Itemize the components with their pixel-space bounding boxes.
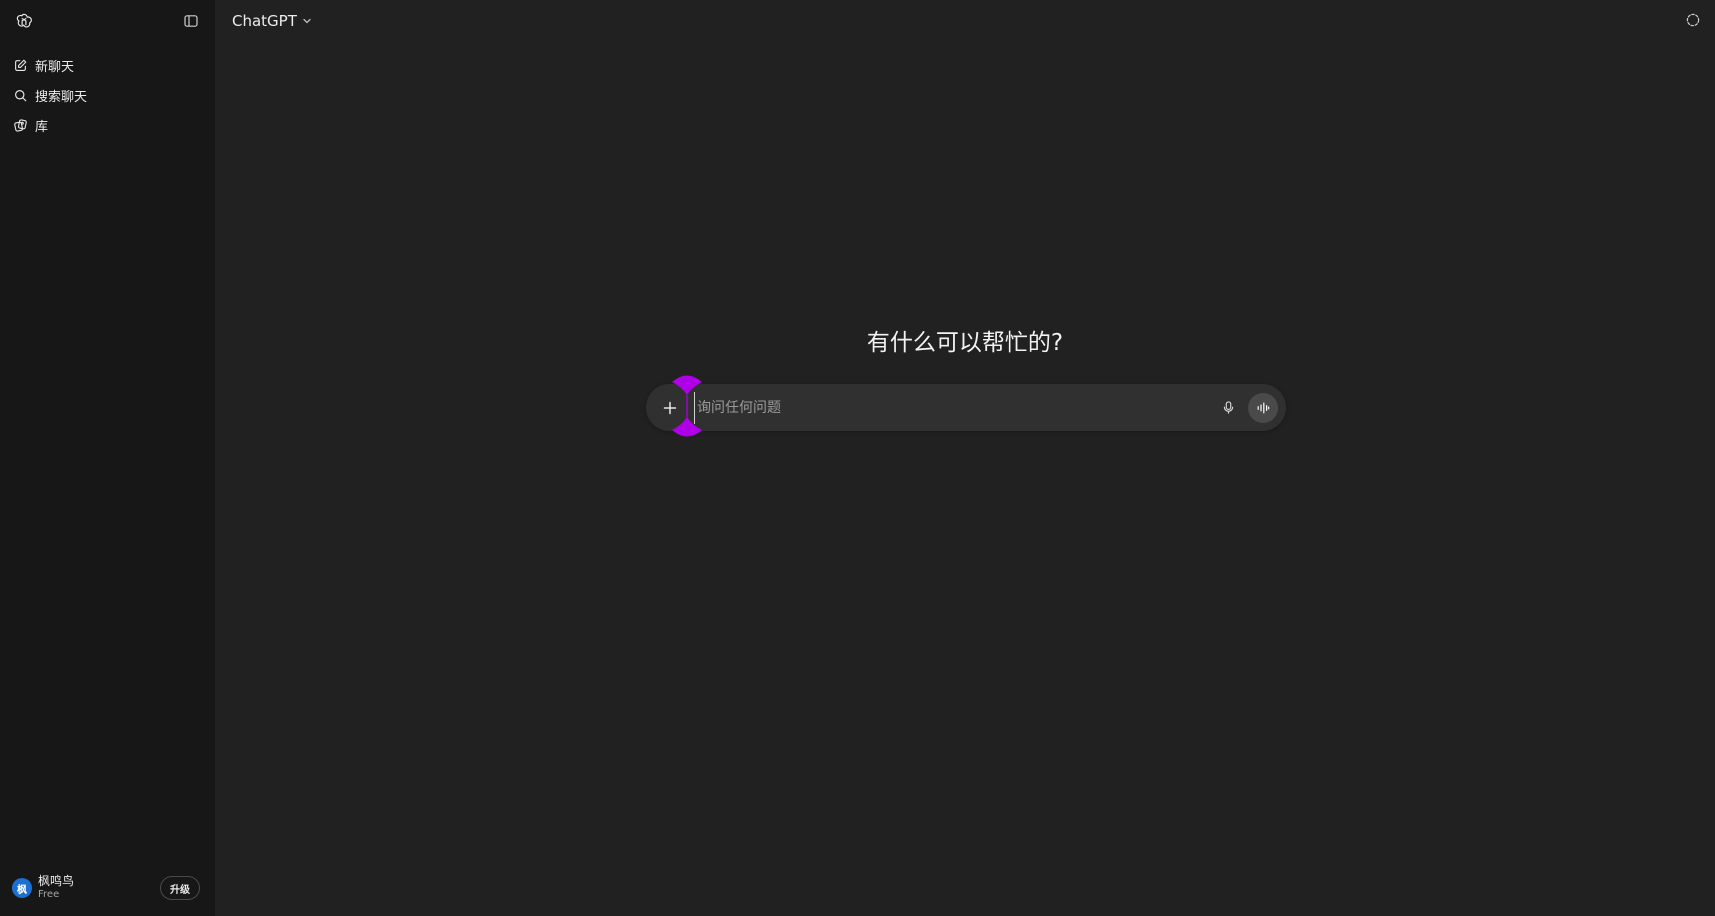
prompt-input[interactable] xyxy=(694,391,1214,424)
add-attachment-button[interactable] xyxy=(658,396,682,420)
sidebar-item-label: 新聊天 xyxy=(35,59,75,75)
main-header: ChatGPT xyxy=(215,0,1715,42)
avatar[interactable]: 枫 xyxy=(12,878,32,898)
voice-waveform-icon xyxy=(1257,402,1270,413)
app-window: 新聊天 搜索聊天 库 枫 枫鸣鸟 Free 升级 ChatGPT 有什么可以帮忙… xyxy=(0,0,1715,916)
voice-mode-button[interactable] xyxy=(1248,392,1278,423)
composer xyxy=(646,384,1286,431)
account-section[interactable]: 枫 枫鸣鸟 Free 升级 xyxy=(0,868,215,908)
sidebar-item-label: 搜索聊天 xyxy=(35,89,88,105)
upgrade-button[interactable]: 升级 xyxy=(160,876,200,900)
temporary-chat-button[interactable] xyxy=(1685,12,1701,32)
edit-icon xyxy=(15,59,27,71)
sidebar-toggle-icon[interactable] xyxy=(179,9,203,33)
openai-logo-icon[interactable] xyxy=(12,9,36,33)
dictate-button[interactable] xyxy=(1214,394,1242,422)
library-icon xyxy=(14,118,27,132)
sidebar: 新聊天 搜索聊天 库 枫 枫鸣鸟 Free 升级 xyxy=(0,0,215,916)
model-selector[interactable]: ChatGPT xyxy=(232,12,313,30)
sidebar-item-library[interactable]: 库 xyxy=(6,110,209,140)
microphone-icon xyxy=(1223,401,1233,414)
model-label: ChatGPT xyxy=(232,12,297,30)
user-info: 枫鸣鸟 Free xyxy=(38,874,74,902)
user-name: 枫鸣鸟 xyxy=(38,874,75,888)
sidebar-nav: 新聊天 搜索聊天 库 xyxy=(0,50,215,140)
main-panel: ChatGPT 有什么可以帮忙的? xyxy=(215,0,1715,916)
page-title: 有什么可以帮忙的? xyxy=(866,330,1064,356)
sidebar-item-label: 库 xyxy=(35,119,49,135)
chevron-down-icon xyxy=(303,18,311,24)
sidebar-item-new-chat[interactable]: 新聊天 xyxy=(6,50,209,80)
search-icon xyxy=(15,89,27,101)
user-plan: Free xyxy=(38,889,60,900)
sidebar-header xyxy=(0,0,215,42)
plus-icon xyxy=(663,401,677,414)
temporary-chat-icon xyxy=(1686,13,1700,27)
sidebar-item-search-chats[interactable]: 搜索聊天 xyxy=(6,80,209,110)
